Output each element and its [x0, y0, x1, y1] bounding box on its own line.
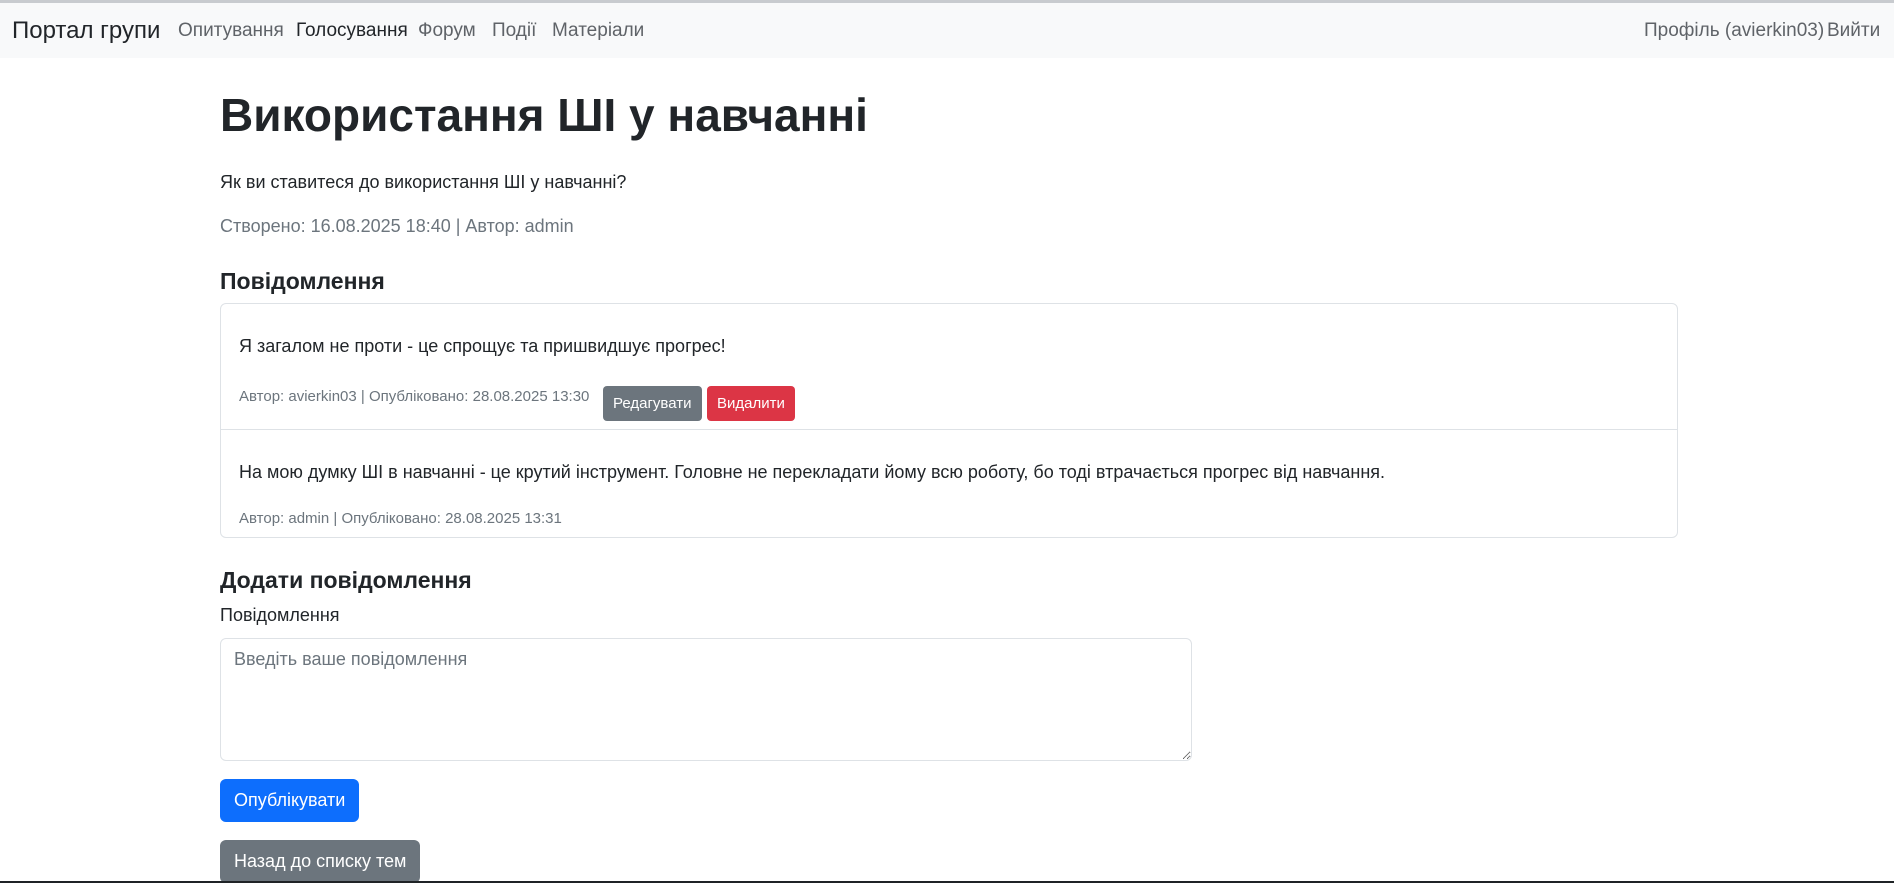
message-meta: Автор: avierkin03 | Опубліковано: 28.08.…: [239, 388, 590, 405]
edit-message-button[interactable]: Редагувати: [603, 386, 702, 421]
message-text: Я загалом не проти - це спрощує та пришв…: [239, 336, 726, 356]
message-text: На мою думку ШІ в навчанні - це крутий і…: [239, 462, 1386, 482]
add-message-heading: Додати повідомлення: [220, 567, 472, 593]
nav-link-polls[interactable]: Опитування: [178, 20, 284, 42]
nav-link-logout[interactable]: Вийти: [1827, 20, 1880, 42]
delete-message-button[interactable]: Видалити: [707, 386, 795, 421]
nav-link-events[interactable]: Події: [492, 20, 536, 42]
list-item: На мою думку ШІ в навчанні - це крутий і…: [221, 430, 1677, 537]
messages-heading: Повідомлення: [220, 268, 385, 294]
list-item: Я загалом не проти - це спрощує та пришв…: [221, 304, 1677, 430]
nav-link-voting[interactable]: Голосування: [296, 20, 408, 42]
nav-link-materials[interactable]: Матеріали: [552, 20, 644, 42]
nav-link-profile[interactable]: Профіль (avierkin03): [1644, 20, 1824, 42]
topic-meta: Створено: 16.08.2025 18:40 | Автор: admi…: [220, 216, 574, 236]
top-navbar: Портал групи Опитування Голосування Фору…: [0, 3, 1894, 58]
messages-list: Я загалом не проти - це спрощує та пришв…: [220, 303, 1678, 538]
publish-button[interactable]: Опублікувати: [220, 779, 360, 822]
page-title: Використання ШІ у навчанні: [220, 89, 868, 141]
message-field-label: Повідомлення: [220, 605, 340, 625]
navbar-brand[interactable]: Портал групи: [12, 17, 160, 45]
back-to-topics-button[interactable]: Назад до списку тем: [220, 840, 421, 883]
nav-link-forum[interactable]: Форум: [418, 20, 476, 42]
topic-question: Як ви ставитеся до використання ШІ у нав…: [220, 172, 627, 192]
message-meta: Автор: admin | Опубліковано: 28.08.2025 …: [239, 510, 562, 527]
message-input[interactable]: [220, 638, 1192, 761]
